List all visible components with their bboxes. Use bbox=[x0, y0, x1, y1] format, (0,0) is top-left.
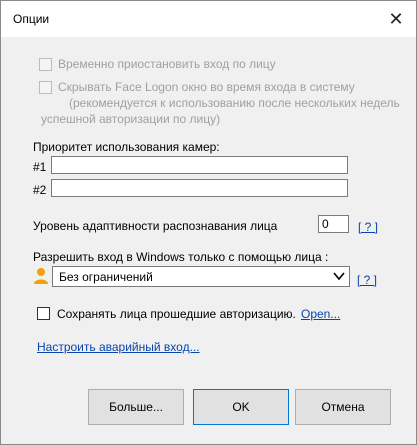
camera-priority-2-input[interactable] bbox=[51, 179, 348, 197]
save-faces-label: Сохранять лица прошедшие авторизацию. bbox=[57, 307, 296, 321]
windows-login-label: Разрешить вход в Windows только с помощь… bbox=[33, 250, 329, 264]
save-faces-checkbox[interactable] bbox=[37, 307, 50, 320]
ok-button[interactable]: OK bbox=[193, 389, 289, 425]
pause-login-checkbox bbox=[39, 58, 52, 71]
camera-priority-1-input[interactable] bbox=[51, 156, 348, 174]
login-restriction-value: Без ограничений bbox=[59, 270, 153, 284]
adaptivity-label: Уровень адаптивности распознавания лица bbox=[33, 219, 278, 233]
user-icon bbox=[34, 268, 48, 284]
hide-window-label-line1: Скрывать Face Logon окно во время входа … bbox=[58, 80, 355, 94]
close-button[interactable]: ✕ bbox=[386, 9, 406, 29]
adaptivity-level-input[interactable] bbox=[318, 215, 349, 233]
login-restriction-select[interactable]: Без ограничений bbox=[52, 266, 350, 287]
hide-window-label-line3: успешной авторизации по лицу) bbox=[41, 112, 221, 126]
more-button[interactable]: Больше... bbox=[88, 389, 184, 425]
camera-row2-label: #2 bbox=[33, 183, 47, 197]
dialog-title: Опции bbox=[13, 12, 50, 26]
camera-priority-label: Приоритет использования камер: bbox=[33, 140, 220, 154]
pause-login-label: Временно приостановить вход по лицу bbox=[58, 57, 276, 71]
title-bar: Опции ✕ bbox=[1, 1, 416, 37]
adaptivity-help-link[interactable]: [ ? ] bbox=[358, 220, 378, 234]
hide-window-checkbox bbox=[39, 81, 52, 94]
login-restriction-help-link[interactable]: [ ? ] bbox=[357, 273, 377, 287]
cancel-button[interactable]: Отмена bbox=[295, 389, 391, 425]
open-faces-link[interactable]: Open... bbox=[301, 307, 340, 321]
emergency-login-link[interactable]: Настроить аварийный вход... bbox=[37, 340, 200, 354]
hide-window-label-line2: (рекомендуется к использованию после нес… bbox=[69, 96, 400, 110]
camera-row1-label: #1 bbox=[33, 160, 47, 174]
options-dialog: Опции ✕ Временно приостановить вход по л… bbox=[0, 0, 417, 445]
chevron-down-icon bbox=[333, 269, 345, 286]
